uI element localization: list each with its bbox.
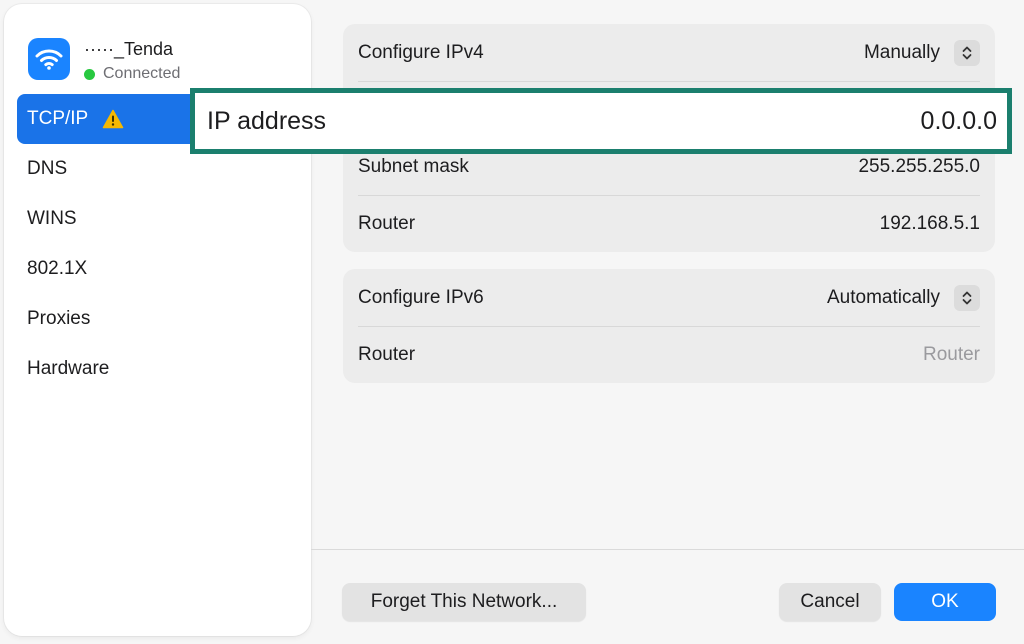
sidebar-item-label: DNS [27,158,68,179]
sidebar-item-proxies[interactable]: Proxies [17,294,307,344]
chevron-up-down-icon [954,284,980,311]
router-label: Router [358,212,416,234]
subnet-mask-label: Subnet mask [358,155,469,177]
router-row: Router 192.168.5.1 [343,195,995,252]
sidebar-item-label: Hardware [27,358,110,379]
ok-button[interactable]: OK [894,583,996,621]
sidebar-item-label: WINS [27,208,77,229]
sidebar-item-label: 802.1X [27,258,88,279]
configure-ipv4-row: Configure IPv4 Manually [343,24,995,81]
ipv6-router-label: Router [358,343,416,365]
sidebar-item-label: TCP/IP [27,108,89,129]
network-status: Connected [84,65,180,83]
configure-ipv4-value: Manually [863,41,940,63]
status-dot-icon [84,68,95,80]
sidebar-item-wins[interactable]: WINS [17,194,307,244]
network-settings-window: ·····_Tenda Connected TCP/IP DNS WINS 80… [0,0,1024,644]
cancel-button[interactable]: Cancel [779,583,881,621]
subnet-mask-field[interactable]: 255.255.255.0 [858,156,980,178]
wifi-icon [28,38,70,80]
configure-ipv6-row: Configure IPv6 Automatically [343,269,995,326]
network-status-text: Connected [103,65,181,82]
chevron-up-down-icon [954,39,980,66]
ip-address-field[interactable]: 0.0.0.0 [921,107,997,136]
footer-divider [311,549,1024,550]
warning-icon [102,109,124,129]
ipv6-router-row: Router Router [343,326,995,383]
network-name: ·····_Tenda [84,39,174,59]
router-field[interactable]: 192.168.5.1 [880,213,980,235]
forget-network-button[interactable]: Forget This Network... [342,583,586,621]
configure-ipv4-label: Configure IPv4 [358,41,484,63]
network-header: ·····_Tenda Connected [28,36,298,84]
ipv6-card: Configure IPv6 Automatically Router Rout… [343,269,995,383]
sidebar-item-8021x[interactable]: 802.1X [17,244,307,294]
sidebar-item-hardware[interactable]: Hardware [17,344,307,394]
ip-address-row: IP address 0.0.0.0 [190,88,1012,154]
configure-ipv6-value: Automatically [827,286,940,308]
configure-ipv6-select[interactable]: Automatically [827,284,980,311]
ipv6-router-field[interactable]: Router [923,344,980,366]
configure-ipv6-label: Configure IPv6 [358,286,484,308]
sidebar-item-label: Proxies [27,308,91,329]
ip-address-label: IP address [207,106,327,135]
configure-ipv4-select[interactable]: Manually [863,39,980,66]
